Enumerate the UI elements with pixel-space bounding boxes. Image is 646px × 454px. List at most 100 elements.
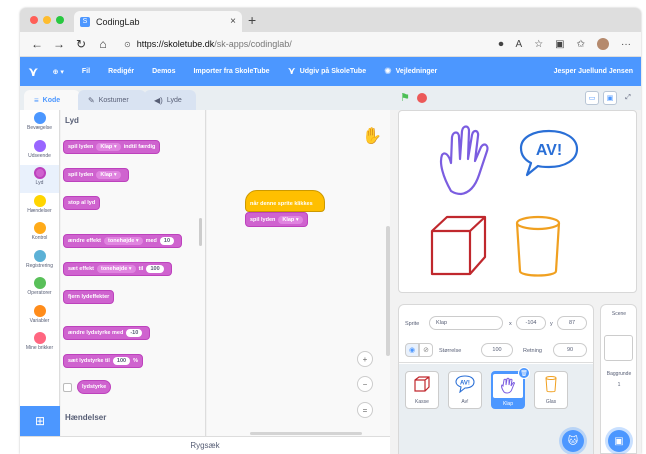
speech-bubble-sprite[interactable]: AV! bbox=[519, 129, 579, 177]
script-horizontal-scrollbar[interactable] bbox=[250, 432, 362, 435]
site-info-icon[interactable]: ⊙ bbox=[124, 40, 131, 49]
backdrop-thumbnail[interactable] bbox=[604, 335, 633, 361]
zoom-reset-button[interactable]: = bbox=[357, 402, 373, 418]
category-motion[interactable]: Bevægelse bbox=[20, 110, 59, 138]
stage[interactable]: AV! bbox=[398, 110, 637, 293]
sprite-tile-av[interactable]: AV! Av! bbox=[448, 371, 482, 409]
small-stage-icon[interactable]: ▭ bbox=[585, 91, 599, 105]
stage-panel[interactable]: Scene Baggrunde 1 ▣ bbox=[600, 304, 637, 454]
favorites-icon[interactable]: ✩ bbox=[577, 39, 585, 50]
block-start-sound[interactable]: spil lyden Klap ▾ bbox=[63, 168, 129, 182]
block-text: ændre lydstyrke med bbox=[68, 330, 124, 336]
number-input[interactable]: 100 bbox=[146, 265, 164, 273]
zoom-in-button[interactable]: + bbox=[357, 351, 373, 367]
category-my-blocks[interactable]: Mine brikker bbox=[20, 330, 59, 358]
codinglab-logo-icon[interactable]: ⋎ bbox=[28, 64, 39, 80]
url-field[interactable]: ⊙ https://skoletube.dk/sk-apps/codinglab… bbox=[124, 39, 499, 49]
size-input[interactable]: 100 bbox=[481, 343, 513, 357]
delete-sprite-trash-icon[interactable]: 🗑 bbox=[518, 367, 530, 379]
sound-dropdown[interactable]: Klap ▾ bbox=[96, 143, 121, 151]
menu-guides[interactable]: ✺ Vejledninger bbox=[384, 66, 437, 77]
category-variables[interactable]: Variabler bbox=[20, 303, 59, 331]
more-menu-icon[interactable]: ··· bbox=[621, 39, 631, 50]
new-tab-button[interactable]: + bbox=[248, 12, 256, 28]
sprite-tile-kasse[interactable]: Kasse bbox=[405, 371, 439, 409]
reload-button[interactable]: ↻ bbox=[70, 37, 92, 51]
block-set-effect[interactable]: sæt effekt tonehøjde ▾ til 100 bbox=[63, 262, 172, 276]
block-clear-effects[interactable]: fjern lydeffekter bbox=[63, 290, 115, 304]
normal-stage-icon[interactable]: ▣ bbox=[603, 91, 617, 105]
category-label: Kontrol bbox=[31, 235, 48, 241]
green-flag-icon[interactable]: ⚑ bbox=[400, 91, 410, 104]
read-aloud-icon[interactable]: A bbox=[516, 39, 523, 50]
category-operators[interactable]: Operatorer bbox=[20, 275, 59, 303]
microphone-icon[interactable]: ⏺ bbox=[499, 39, 504, 50]
language-globe-icon[interactable]: ⊕ ▾ bbox=[53, 68, 64, 76]
sprite-label: Sprite bbox=[405, 321, 420, 327]
sprite-name-input[interactable]: Klap bbox=[429, 316, 503, 330]
block-text: når denne sprite klikkes bbox=[250, 201, 313, 207]
dropdown-value: tonehøjde bbox=[100, 266, 128, 272]
favorite-star-icon[interactable]: ☆ bbox=[534, 39, 543, 50]
category-control[interactable]: Kontrol bbox=[20, 220, 59, 248]
sprite-tile-glas[interactable]: Glas bbox=[534, 371, 568, 409]
backpack-bar[interactable]: Rygsæk bbox=[20, 436, 390, 454]
reporter-volume[interactable]: lydstyrke bbox=[77, 380, 112, 394]
browser-tab[interactable]: S CodingLab × bbox=[74, 11, 242, 32]
number-input[interactable]: 100 bbox=[112, 357, 131, 365]
hide-sprite-eye-icon[interactable]: ⊘ bbox=[419, 343, 433, 357]
back-button[interactable]: ← bbox=[26, 37, 48, 51]
maximize-window-button[interactable] bbox=[56, 16, 64, 24]
zoom-out-button[interactable]: − bbox=[357, 376, 373, 392]
category-looks[interactable]: Udseende bbox=[20, 138, 59, 166]
direction-input[interactable]: 90 bbox=[553, 343, 587, 357]
box-sprite[interactable] bbox=[430, 215, 487, 276]
y-input[interactable]: 87 bbox=[557, 316, 587, 330]
volume-checkbox[interactable] bbox=[63, 383, 72, 392]
script-hat-when-sprite-clicked[interactable]: når denne sprite klikkes bbox=[245, 190, 325, 212]
tab-close-icon[interactable]: × bbox=[230, 16, 236, 27]
block-set-volume[interactable]: sæt lydstyrke til 100 % bbox=[63, 354, 143, 368]
tab-sounds[interactable]: ◀) Lyde bbox=[144, 90, 196, 110]
sound-dropdown[interactable]: Klap ▾ bbox=[278, 215, 303, 224]
category-events[interactable]: Hændelser bbox=[20, 193, 59, 221]
effect-dropdown[interactable]: tonehøjde ▾ bbox=[104, 237, 143, 245]
x-input[interactable]: -104 bbox=[516, 316, 546, 330]
tab-code[interactable]: ≡ Kode bbox=[24, 90, 80, 110]
effect-dropdown[interactable]: tonehøjde ▾ bbox=[96, 265, 136, 273]
tab-costumes[interactable]: ✎ Kostumer bbox=[78, 90, 146, 110]
script-vertical-scrollbar[interactable] bbox=[386, 226, 390, 356]
close-window-button[interactable] bbox=[30, 16, 38, 24]
profile-avatar[interactable] bbox=[597, 38, 609, 50]
number-input[interactable]: 10 bbox=[159, 237, 175, 245]
home-button[interactable]: ⌂ bbox=[92, 37, 114, 51]
category-sensing[interactable]: Registrering bbox=[20, 248, 59, 276]
block-play-sound-until-done[interactable]: spil lyden Klap ▾ indtil færdig bbox=[63, 140, 161, 154]
user-name[interactable]: Jesper Juellund Jensen bbox=[554, 68, 633, 75]
category-menu: Bevægelse Udseende Lyd Hændelser Kontrol… bbox=[20, 110, 60, 436]
block-change-effect[interactable]: ændre effekt tonehøjde ▾ med 10 bbox=[63, 234, 183, 248]
hand-sprite[interactable] bbox=[439, 125, 489, 196]
menu-demos[interactable]: Demos bbox=[152, 68, 175, 75]
minimize-window-button[interactable] bbox=[43, 16, 51, 24]
show-sprite-eye-icon[interactable]: ◉ bbox=[405, 343, 419, 357]
menu-import-skoletube[interactable]: Importer fra SkoleTube bbox=[193, 68, 269, 75]
block-stop-all-sounds[interactable]: stop al lyd bbox=[63, 196, 101, 210]
script-block-start-sound[interactable]: spil lyden Klap ▾ bbox=[245, 212, 308, 227]
menu-edit[interactable]: Redigér bbox=[108, 68, 134, 75]
add-extension-button[interactable]: ⊞ bbox=[20, 406, 60, 436]
number-input[interactable]: -10 bbox=[126, 329, 143, 337]
menu-publish-skoletube[interactable]: ⋎ Udgiv på SkoleTube bbox=[288, 66, 367, 77]
palette-scrollbar[interactable] bbox=[199, 218, 202, 246]
stop-icon[interactable] bbox=[417, 93, 427, 103]
menu-file[interactable]: Fil bbox=[82, 68, 90, 75]
collections-icon[interactable]: ▣ bbox=[555, 39, 564, 50]
block-change-volume[interactable]: ændre lydstyrke med -10 bbox=[63, 326, 151, 340]
forward-button[interactable]: → bbox=[48, 37, 70, 51]
glass-sprite[interactable] bbox=[515, 215, 561, 277]
category-sound[interactable]: Lyd bbox=[20, 165, 59, 193]
choose-sprite-cat-icon[interactable]: 🐱 bbox=[562, 430, 584, 452]
sound-dropdown[interactable]: Klap ▾ bbox=[96, 171, 121, 179]
choose-backdrop-icon[interactable]: ▣ bbox=[608, 430, 630, 452]
fullscreen-icon[interactable]: ⤢ bbox=[621, 91, 635, 105]
